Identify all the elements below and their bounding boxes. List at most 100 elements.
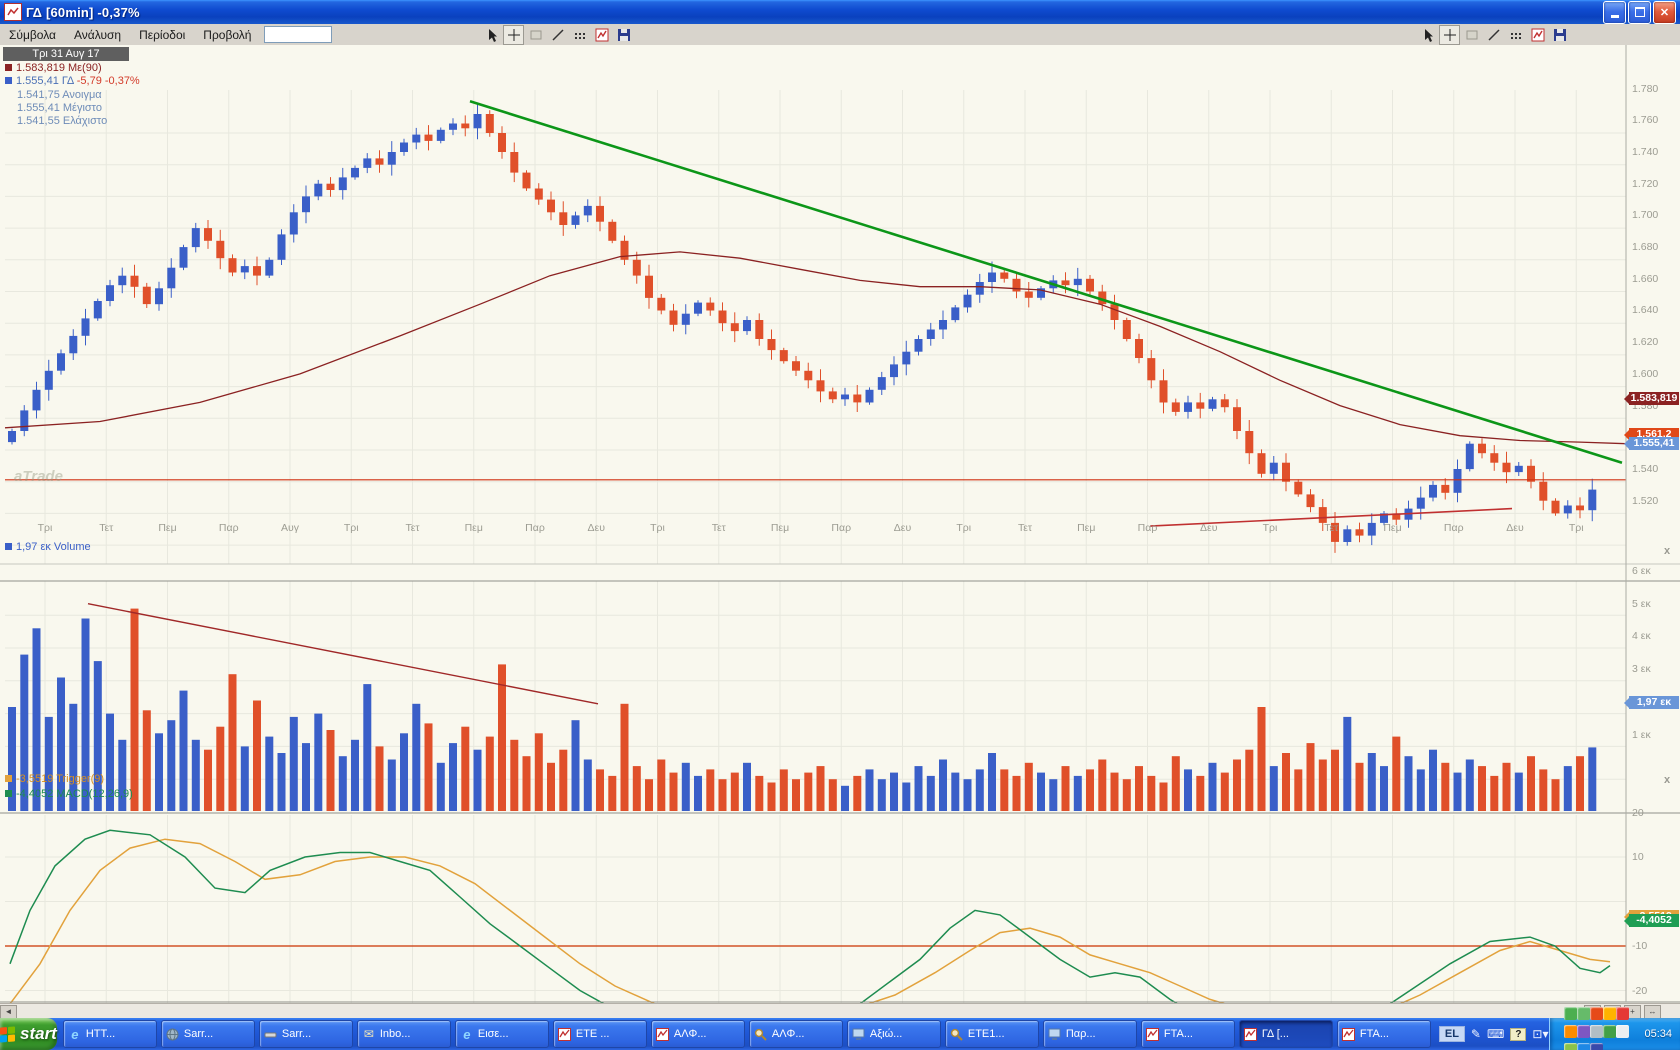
monitor-icon (852, 1027, 866, 1041)
crosshair-tool-icon[interactable] (503, 25, 524, 45)
close-button[interactable]: ✕ (1653, 1, 1676, 24)
toolbar-right (1417, 25, 1570, 45)
x-axis-day-label: Τετ (99, 522, 113, 534)
trigger-legend: -3,5519 Trigger(9) (5, 773, 104, 786)
tray-icon-1[interactable] (1564, 1007, 1577, 1020)
symbol-input[interactable] (264, 26, 332, 43)
taskbar-button[interactable]: Αξιώ... (847, 1020, 941, 1048)
region-tool-icon[interactable] (1461, 25, 1482, 45)
macd-panel-close-icon[interactable]: x (1664, 774, 1670, 786)
taskbar-button[interactable]: eΕισε... (455, 1020, 549, 1048)
save-tool-icon[interactable] (1549, 25, 1570, 45)
x-axis-day-label: Παρ (219, 522, 239, 534)
region-tool-icon[interactable] (525, 25, 546, 45)
macd-axis-tick: -20 (1632, 985, 1647, 997)
menu-symbols[interactable]: Σύμβολα (0, 26, 65, 44)
tray-icon-3[interactable] (1590, 1007, 1603, 1020)
taskbar-button[interactable]: ETE ... (553, 1020, 647, 1048)
macd-axis-tick: 20 (1632, 807, 1644, 819)
cursor-date-tag: Τρι 31 Αυγ 17 (3, 47, 129, 61)
taskbar-button[interactable]: Sarr... (161, 1020, 255, 1048)
taskbar-button[interactable]: Sarr... (259, 1020, 353, 1048)
keyboard-icon[interactable]: ⌨ (1487, 1027, 1504, 1041)
taskbar-button-label: HTT... (86, 1028, 115, 1040)
taskbar-button-label: Αξιώ... (870, 1028, 902, 1040)
price-axis-tick: 1.700 (1632, 209, 1658, 221)
volume-panel-close-icon[interactable]: x (1664, 545, 1670, 557)
tray-icon-5[interactable] (1616, 1007, 1629, 1020)
tray-icon-10[interactable] (1616, 1025, 1629, 1038)
menu-periods[interactable]: Περίοδοι (130, 26, 194, 44)
x-axis-day-label: Δευ (1506, 522, 1523, 534)
taskbar-button[interactable]: ΑΛΦ... (749, 1020, 843, 1048)
chart-tool-icon[interactable] (591, 25, 612, 45)
title-bar[interactable]: ΓΔ [60min] -0,37% ✕ (0, 0, 1680, 24)
x-axis-day-label: Τρι (1263, 522, 1278, 534)
x-axis-day-label: Τρι (344, 522, 359, 534)
scrollbar[interactable]: ◄ ► − + ↔ (0, 1003, 1680, 1019)
taskbar-button-label: Inbo... (380, 1028, 411, 1040)
volume-axis-tick: 5 εκ (1632, 598, 1651, 610)
pointer-tool-icon[interactable] (481, 25, 502, 45)
magnifier-icon (754, 1027, 768, 1041)
language-indicator[interactable]: EL (1439, 1026, 1465, 1042)
line-tool-icon[interactable] (547, 25, 568, 45)
tray-icon-11[interactable] (1564, 1043, 1577, 1050)
price-axis-tick: 1.780 (1632, 83, 1658, 95)
magnifier-icon (950, 1027, 964, 1041)
tray-icon-12[interactable] (1577, 1043, 1590, 1050)
tray-icon-4[interactable] (1603, 1007, 1616, 1020)
taskbar-button[interactable]: Παρ... (1043, 1020, 1137, 1048)
taskbar-button-label: ΕΤΕ1... (968, 1028, 1005, 1040)
tray-icon-13[interactable] (1590, 1043, 1603, 1050)
tray-icon-6[interactable] (1564, 1025, 1577, 1038)
x-axis-day-label: Τετ (1324, 522, 1338, 534)
save-tool-icon[interactable] (613, 25, 634, 45)
x-axis-day-label: Δευ (894, 522, 911, 534)
volume-value-tag: 1,97 εκ (1629, 696, 1679, 709)
pen-icon[interactable]: ✎ (1471, 1027, 1481, 1041)
price-axis-tick: 1.540 (1632, 463, 1658, 475)
chart-tool-icon[interactable] (1527, 25, 1548, 45)
minimize-button[interactable] (1603, 1, 1626, 24)
taskbar-button-label: Sarr... (282, 1028, 311, 1040)
start-button[interactable]: start (0, 1018, 57, 1050)
taskbar-button[interactable]: ΕΤΕ1... (945, 1020, 1039, 1048)
taskbar-button-active[interactable]: ΓΔ [... (1239, 1020, 1333, 1048)
volume-swatch (5, 543, 12, 550)
menu-view[interactable]: Προβολή (194, 26, 260, 44)
toolbar-left (481, 25, 634, 45)
menu-analysis[interactable]: Ανάλυση (65, 26, 130, 44)
help-icon[interactable]: ? (1510, 1028, 1526, 1041)
macd-axis-tick: 10 (1632, 851, 1644, 863)
tray-icon-8[interactable] (1590, 1025, 1603, 1038)
dots-tool-icon[interactable] (569, 25, 590, 45)
restore-button[interactable] (1628, 1, 1651, 24)
macd-axis-tick: -10 (1632, 940, 1647, 952)
taskbar-button[interactable]: eHTT... (63, 1020, 157, 1048)
tray-icons (1564, 1007, 1635, 1050)
clock[interactable]: 05:34 (1644, 1028, 1672, 1040)
crosshair-tool-icon[interactable] (1439, 25, 1460, 45)
trigger-swatch (5, 775, 12, 782)
line-tool-icon[interactable] (1483, 25, 1504, 45)
taskbar-button-label: ΓΔ [... (1262, 1028, 1289, 1040)
taskbar-button[interactable]: FTA... (1141, 1020, 1235, 1048)
dots-tool-icon[interactable] (1505, 25, 1526, 45)
tray-icon-2[interactable] (1577, 1007, 1590, 1020)
taskbar-button-label: ETE ... (576, 1028, 610, 1040)
quote-swatch (5, 77, 12, 84)
globe-icon (166, 1027, 180, 1041)
application-window: ΓΔ [60min] -0,37% ✕ Σύμβολα Ανάλυση Περί… (0, 0, 1680, 1050)
bar-icon (264, 1027, 278, 1041)
taskbar-button[interactable]: FTA... (1337, 1020, 1431, 1048)
taskbar-button[interactable]: ΑΛΦ... (651, 1020, 745, 1048)
tray-icon-7[interactable] (1577, 1025, 1590, 1038)
language-options-icon[interactable]: ⊡▾ (1532, 1027, 1548, 1041)
tray-icon-9[interactable] (1603, 1025, 1616, 1038)
x-axis-day-label: Πεμ (158, 522, 176, 534)
taskbar-button[interactable]: ✉Inbo... (357, 1020, 451, 1048)
pointer-tool-icon[interactable] (1417, 25, 1438, 45)
taskbar-button-label: ΑΛΦ... (772, 1028, 805, 1040)
macd-swatch (5, 790, 12, 797)
